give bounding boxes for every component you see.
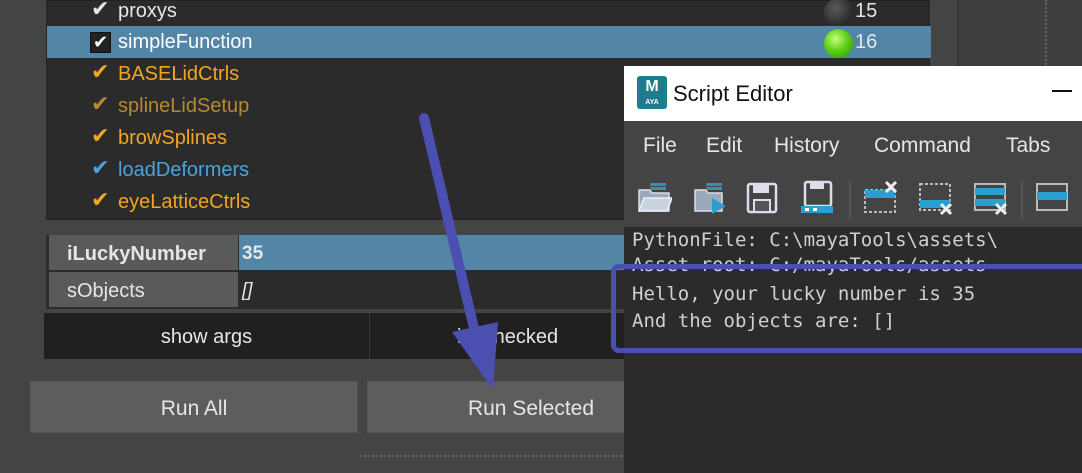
- logo-letter: M: [645, 78, 659, 95]
- title-bar[interactable]: M AYA Script Editor: [624, 66, 1082, 121]
- arg-name: iLuckyNumber: [49, 235, 238, 270]
- splitter-handle[interactable]: [1045, 0, 1047, 65]
- tree-item-label: simpleFunction: [118, 31, 253, 53]
- checkbox-icon[interactable]: ✔: [91, 186, 113, 218]
- save-script-icon[interactable]: [744, 180, 780, 216]
- resize-handle[interactable]: [360, 455, 630, 457]
- toolbar: [624, 173, 1082, 227]
- arg-name: sObjects: [49, 272, 238, 307]
- checkbox-icon[interactable]: ✔: [91, 122, 113, 154]
- checkbox-icon[interactable]: ✔: [90, 32, 111, 53]
- tree-item[interactable]: ✔ proxys 15: [47, 0, 931, 27]
- window-title: Script Editor: [673, 81, 793, 106]
- output-line: PythonFile: C:\mayaTools\assets\: [632, 229, 999, 251]
- menu-tabs[interactable]: Tabs: [1006, 121, 1050, 173]
- show-history-icon[interactable]: [1034, 180, 1070, 216]
- status-green-icon: [824, 29, 853, 58]
- run-all-button[interactable]: Run All: [30, 381, 358, 433]
- tree-item-label: splineLidSetup: [118, 95, 250, 117]
- open-script-icon[interactable]: [636, 180, 672, 216]
- tree-item-index: 15: [855, 0, 878, 22]
- checkbox-icon[interactable]: ✔: [91, 154, 113, 186]
- tree-item-label: browSplines: [118, 127, 227, 149]
- tree-item-label: proxys: [118, 0, 177, 22]
- logo-subtext: AYA: [645, 99, 659, 106]
- clear-all-icon[interactable]: [972, 180, 1008, 216]
- tree-item-label: loadDeformers: [118, 159, 250, 181]
- menu-file[interactable]: File: [643, 121, 677, 173]
- save-to-shelf-icon[interactable]: [799, 180, 835, 216]
- minimize-icon[interactable]: [1052, 90, 1072, 92]
- menu-edit[interactable]: Edit: [706, 121, 742, 173]
- clear-history-icon[interactable]: [862, 180, 898, 216]
- checkbox-icon[interactable]: ✔: [91, 90, 113, 122]
- tree-item-label: BASELidCtrls: [118, 63, 240, 85]
- tree-item[interactable]: ✔ simpleFunction 16: [47, 26, 931, 58]
- menu-bar: File Edit History Command Tabs: [624, 121, 1082, 173]
- side-panel: [957, 0, 1082, 70]
- menu-history[interactable]: History: [774, 121, 839, 173]
- status-off-icon: [824, 0, 853, 27]
- menu-command[interactable]: Command: [874, 121, 971, 173]
- checkbox-icon[interactable]: ✔: [91, 0, 113, 27]
- tree-item-index: 16: [855, 31, 878, 53]
- clear-input-icon[interactable]: [917, 180, 953, 216]
- screenshot-root: ✔ proxys 15 ✔ simpleFunction 16 ✔ BASELidCtrls ✔…: [0, 0, 1082, 473]
- annotation-highlight-box: [611, 264, 1082, 353]
- maya-logo-icon: M AYA: [637, 76, 667, 109]
- tree-item-label: eyeLatticeCtrls: [118, 191, 251, 213]
- checkbox-icon[interactable]: ✔: [91, 58, 113, 90]
- show-args-button[interactable]: show args: [44, 313, 370, 359]
- source-script-icon[interactable]: [692, 180, 728, 216]
